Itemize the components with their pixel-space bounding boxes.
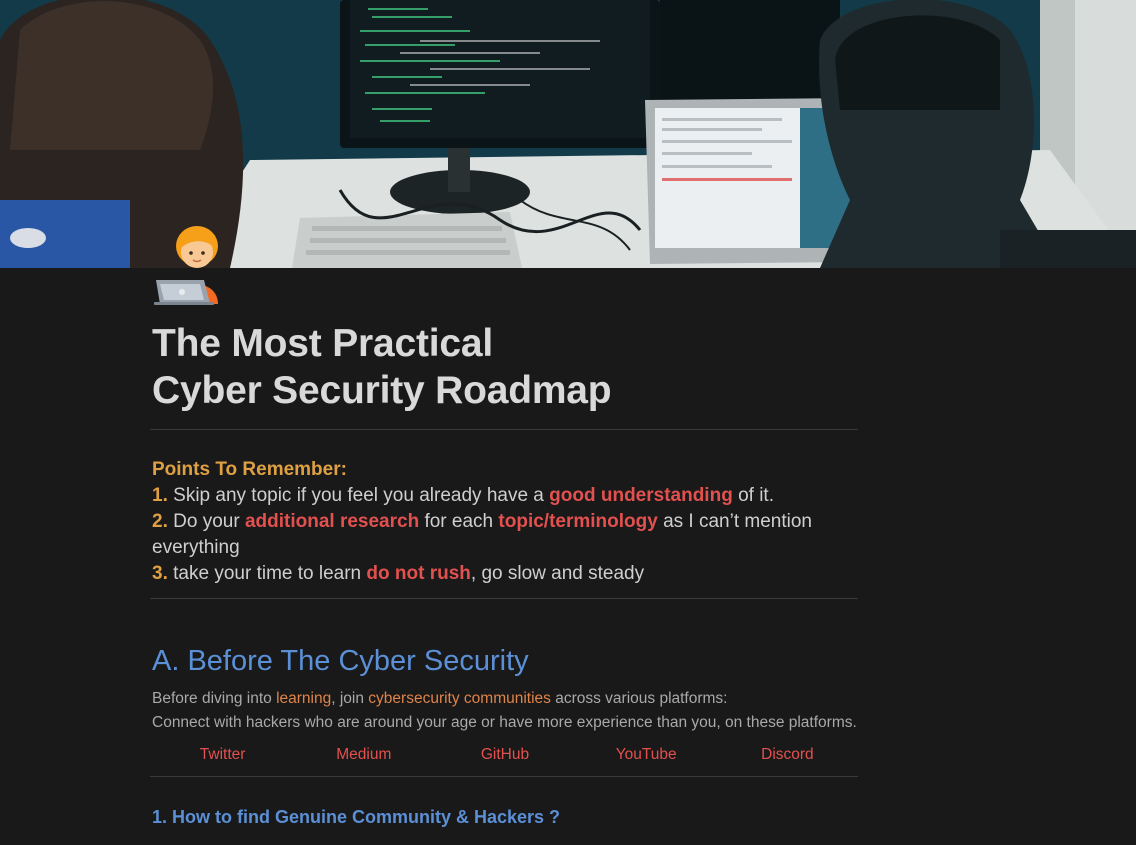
medium-link[interactable]: Medium — [293, 744, 434, 766]
point-highlight: good understanding — [549, 485, 733, 506]
points-heading: Points To Remember: — [152, 459, 347, 480]
twitter-link[interactable]: Twitter — [152, 744, 293, 766]
point-highlight: do not rush — [366, 563, 471, 584]
point-number: 2. — [152, 511, 168, 532]
intro-text: across various platforms: — [550, 690, 728, 707]
point-text: Do your — [173, 511, 245, 532]
point-item-3: 3. take your time to learn do not rush, … — [152, 561, 858, 587]
points-callout: Points To Remember: 1. Skip any topic if… — [152, 457, 858, 587]
connect-text: Connect with hackers who are around your… — [152, 714, 857, 731]
page-title: The Most Practical Cyber Security Roadma… — [152, 320, 858, 414]
learning-link[interactable]: learning — [276, 690, 331, 707]
intro-text: , join — [331, 690, 369, 707]
point-highlight: additional research — [244, 511, 420, 532]
discord-link[interactable]: Discord — [717, 744, 858, 766]
youtube-link[interactable]: YouTube — [576, 744, 717, 766]
point-item-2: 2. Do your additional research for each … — [152, 509, 858, 561]
page-title-line-1: The Most Practical — [152, 322, 494, 365]
subsection-heading[interactable]: 1. How to find Genuine Community & Hacke… — [152, 805, 858, 829]
platform-links: Twitter Medium GitHub YouTube Discord — [152, 744, 858, 766]
technologist-emoji-icon — [154, 226, 218, 305]
divider — [150, 598, 858, 599]
github-link[interactable]: GitHub — [434, 744, 575, 766]
section-a-intro: Before diving into learning, join cybers… — [152, 687, 858, 735]
point-text: of it. — [732, 485, 774, 506]
communities-link[interactable]: cybersecurity communities — [368, 690, 551, 707]
point-text: , go slow and steady — [470, 563, 645, 584]
point-number: 3. — [152, 563, 168, 584]
divider — [150, 776, 858, 777]
point-highlight: topic/terminology — [498, 511, 658, 532]
page-title-line-2: Cyber Security Roadmap — [152, 369, 612, 412]
intro-text: Before diving into — [152, 690, 277, 707]
point-item-1: 1. Skip any topic if you feel you alread… — [152, 483, 858, 509]
point-text: take your time to learn — [173, 563, 367, 584]
point-number: 1. — [152, 485, 168, 506]
divider — [150, 429, 858, 430]
point-text: Skip any topic if you feel you already h… — [173, 485, 550, 506]
section-a-title: A. Before The Cyber Security — [152, 645, 529, 677]
page-content: The Most Practical Cyber Security Roadma… — [150, 320, 858, 829]
point-text: for each — [419, 511, 499, 532]
